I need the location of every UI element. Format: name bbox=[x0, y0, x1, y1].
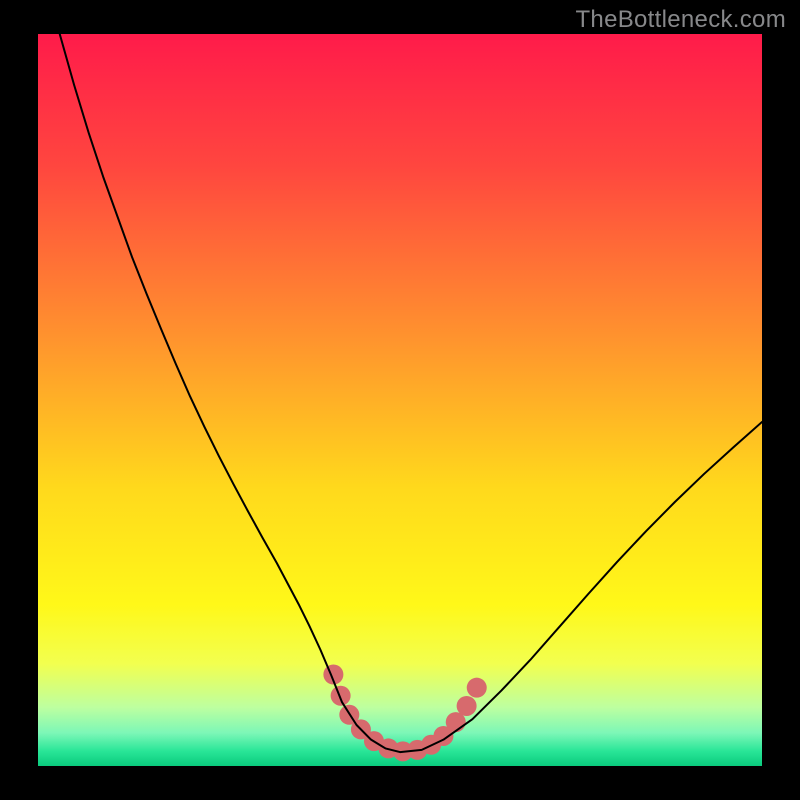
bottleneck-chart bbox=[38, 34, 762, 766]
chart-background bbox=[38, 34, 762, 766]
highlight-marker bbox=[467, 678, 487, 698]
highlight-marker bbox=[457, 696, 477, 716]
chart-svg bbox=[38, 34, 762, 766]
watermark-text: TheBottleneck.com bbox=[575, 6, 786, 34]
chart-frame: TheBottleneck.com bbox=[0, 0, 800, 800]
highlight-marker bbox=[331, 686, 351, 706]
